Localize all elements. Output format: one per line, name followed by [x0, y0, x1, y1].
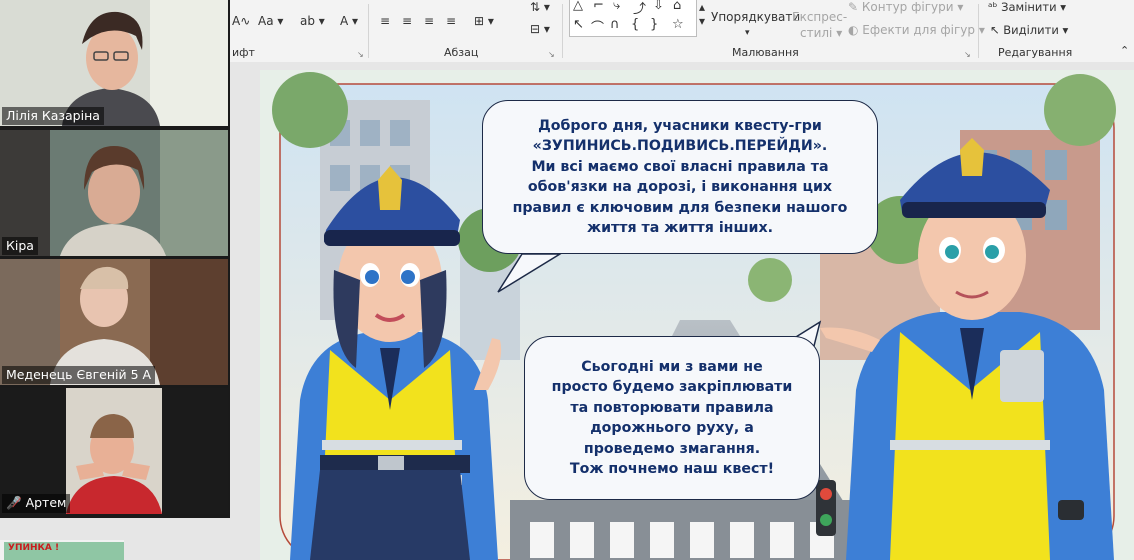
replace-button[interactable]: ᵃᵇ Замінити ▾: [988, 0, 1066, 14]
quick-styles-button[interactable]: стилі ▾: [800, 26, 842, 40]
bubble-top-line: життя та життя інших.: [586, 220, 774, 236]
text-shadow-button[interactable]: A∿: [232, 14, 250, 28]
down-arrow-shape-icon[interactable]: ⇩: [653, 0, 664, 13]
callout-shape-icon[interactable]: ⌂: [673, 0, 681, 13]
columns-icon[interactable]: ⊞ ▾: [474, 14, 494, 28]
group-divider: [368, 4, 369, 58]
bubble-top-line: Доброго дня, учасники квесту-гри: [538, 117, 822, 134]
curve-shape-icon[interactable]: ↖: [573, 17, 584, 32]
paragraph-dialog-launcher-icon[interactable]: ↘: [548, 50, 555, 59]
text-highlight-icon[interactable]: ab ▾: [300, 14, 325, 28]
gallery-scroll-up-icon[interactable]: ▴: [699, 0, 705, 14]
collapse-ribbon-icon[interactable]: ⌃: [1120, 44, 1129, 57]
participants-video-panel: Лілія Казаріна Кіра Меденець Євгеній 5 А: [0, 0, 230, 518]
triangle-shape-icon[interactable]: △: [573, 0, 583, 13]
bubble-top-line: «ЗУПИНИСЬ.ПОДИВИСЬ.ПЕРЕЙДИ».: [532, 138, 828, 154]
change-case-button[interactable]: Aa ▾: [258, 14, 283, 28]
left-brace-shape-icon[interactable]: {: [631, 17, 639, 32]
bubble-bottom-line: дорожнього руху, а: [590, 420, 754, 436]
bubble-bottom-line: проведемо змагання.: [583, 440, 761, 457]
curved-connector-icon[interactable]: ⤴: [633, 0, 646, 17]
gallery-more-icon[interactable]: ▾: [699, 14, 705, 28]
speech-bubble-top[interactable]: Доброго дня, учасники квесту-гри «ЗУПИНИ…: [482, 100, 878, 254]
participant-name-muted: 🎤̸ Артем: [2, 494, 71, 513]
participant-video-tile[interactable]: Лілія Казаріна: [0, 0, 228, 126]
arrange-dropdown-icon[interactable]: ▾: [745, 28, 750, 38]
select-button[interactable]: ↖ Виділити ▾: [990, 23, 1068, 37]
group-divider: [562, 4, 563, 58]
freeform-shape-icon[interactable]: ∩: [610, 17, 620, 32]
shape-effects-button[interactable]: ◐ Ефекти для фігур ▾: [848, 23, 985, 37]
drawing-group-label: Малювання: [732, 46, 799, 59]
text-direction-icon[interactable]: ⇅ ▾: [530, 0, 550, 14]
participant-name: Меденець Євгеній 5 А: [2, 366, 156, 384]
editing-group-label: Редагування: [998, 46, 1073, 59]
align-center-icon[interactable]: ≡: [402, 14, 412, 28]
align-right-icon[interactable]: ≡: [424, 14, 434, 28]
bubble-bottom-line: Тож почнемо наш квест!: [569, 461, 775, 477]
bubble-bottom-line: Сьогодні ми з вами не: [581, 358, 763, 375]
font-color-button[interactable]: A ▾: [340, 14, 358, 28]
next-slide-thumbnail[interactable]: УПИНКА !: [0, 540, 124, 560]
bubble-bottom-line: та повторювати правила: [570, 399, 774, 416]
slide-editing-area: Доброго дня, учасники квесту-гри «ЗУПИНИ…: [230, 62, 1134, 560]
speech-bubble-bottom[interactable]: Сьогодні ми з вами не просто будемо закр…: [524, 336, 820, 500]
bubble-top-line: Ми всі маємо свої власні правила та: [531, 158, 829, 175]
arrange-button[interactable]: Упорядкувати: [711, 10, 800, 24]
participant-name: Артем: [25, 495, 67, 510]
participant-name: Кіра: [2, 237, 38, 255]
group-divider: [978, 4, 979, 58]
justify-icon[interactable]: ≡: [446, 14, 456, 28]
drawing-dialog-launcher-icon[interactable]: ↘: [964, 50, 971, 59]
elbow-connector-icon[interactable]: ⤷: [613, 0, 620, 13]
participant-video-tile[interactable]: Кіра: [0, 130, 228, 256]
font-dialog-launcher-icon[interactable]: ↘: [357, 50, 364, 59]
right-brace-shape-icon[interactable]: }: [650, 17, 658, 32]
participant-name: Лілія Казаріна: [2, 107, 104, 125]
align-text-icon[interactable]: ⊟ ▾: [530, 22, 550, 36]
slide-canvas[interactable]: Доброго дня, учасники квесту-гри «ЗУПИНИ…: [260, 70, 1134, 560]
bubble-top-line: обов'язки на дорозі, і виконання цих: [527, 179, 833, 195]
shape-outline-button[interactable]: ✎ Контур фігури ▾: [848, 0, 963, 14]
paragraph-group-label: Абзац: [444, 46, 479, 59]
bubble-bottom-line: просто будемо закріплювати: [551, 379, 793, 395]
participant-video-tile[interactable]: 🎤̸ Артем: [0, 388, 228, 514]
shapes-gallery[interactable]: △ ⌐ ⤷ ⤴ ⇩ ⌂ ↖ ⌒ ∩ { } ☆: [569, 0, 697, 37]
quick-styles-label[interactable]: Експрес-: [792, 10, 847, 24]
align-left-icon[interactable]: ≡: [380, 14, 390, 28]
font-group-label: ифт: [232, 46, 255, 59]
connector-shape-icon[interactable]: ⌐: [593, 0, 604, 13]
participant-video-tile[interactable]: Меденець Євгеній 5 А: [0, 259, 228, 385]
thumbnail-text: УПИНКА !: [8, 543, 60, 553]
bubble-top-line: правил є ключовим для безпеки нашого: [512, 199, 848, 216]
arc-shape-icon[interactable]: ⌒: [591, 17, 604, 36]
star-shape-icon[interactable]: ☆: [672, 17, 684, 32]
muted-microphone-icon: 🎤̸: [6, 495, 22, 510]
